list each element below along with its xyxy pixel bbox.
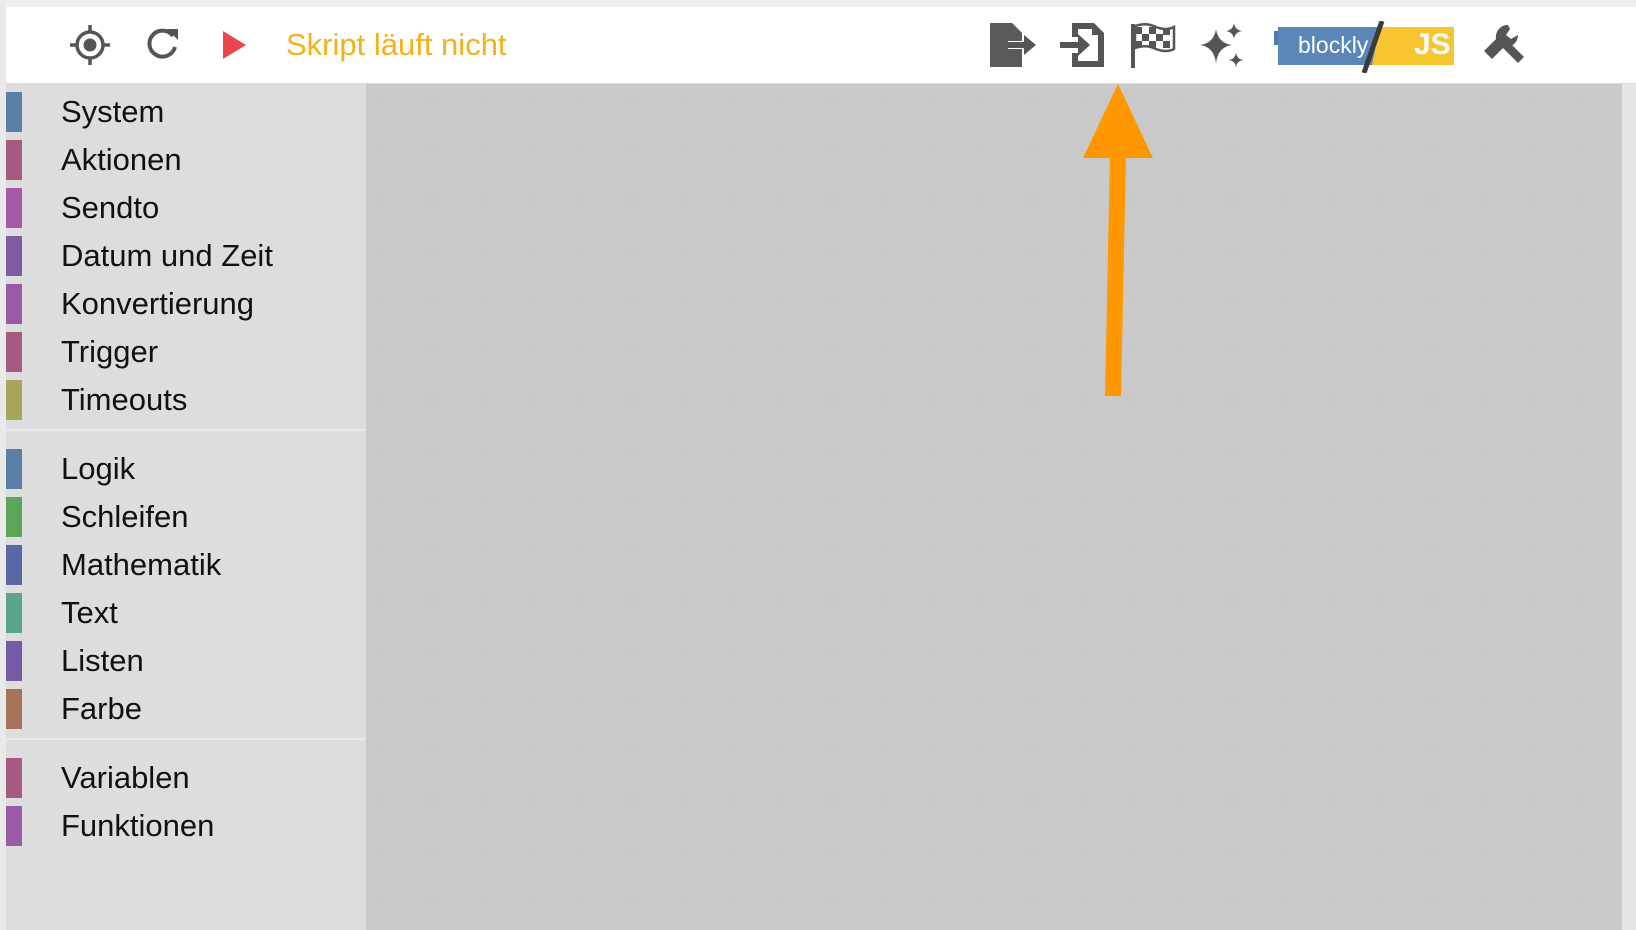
blockly-label: blockly bbox=[1298, 32, 1369, 58]
category-color-swatch bbox=[6, 497, 22, 537]
sidebar-category-funktionen[interactable]: Funktionen bbox=[6, 803, 366, 849]
sidebar-category-logik[interactable]: Logik bbox=[6, 446, 366, 492]
category-label: Mathematik bbox=[61, 547, 222, 582]
target-icon[interactable] bbox=[68, 23, 112, 67]
category-separator bbox=[6, 738, 366, 740]
category-color-swatch bbox=[6, 236, 22, 276]
category-label: Sendto bbox=[61, 190, 160, 225]
sidebar-category-system[interactable]: System bbox=[6, 89, 366, 135]
category-color-swatch bbox=[6, 545, 22, 585]
category-label: Funktionen bbox=[61, 808, 215, 843]
sidebar-category-listen[interactable]: Listen bbox=[6, 638, 366, 684]
toolbar: Skript läuft nicht blockly JS bbox=[6, 7, 1636, 84]
window-top-edge bbox=[0, 0, 1636, 7]
play-icon[interactable] bbox=[210, 23, 254, 67]
category-label: Datum und Zeit bbox=[61, 238, 273, 273]
category-label: Aktionen bbox=[61, 142, 182, 177]
category-label: Logik bbox=[61, 451, 136, 486]
workspace-grid bbox=[366, 84, 1622, 930]
import-icon[interactable] bbox=[1056, 19, 1108, 71]
script-status-text: Skript läuft nicht bbox=[286, 27, 507, 62]
sidebar-category-trigger[interactable]: Trigger bbox=[6, 329, 366, 375]
block-category-sidebar: System Aktionen Sendto Datum und Zeit Konver… bbox=[6, 84, 366, 930]
category-label: Variablen bbox=[61, 760, 190, 795]
category-label: Farbe bbox=[61, 691, 142, 726]
category-color-swatch bbox=[6, 140, 22, 180]
refresh-icon[interactable] bbox=[140, 23, 184, 67]
category-label: Text bbox=[61, 595, 118, 630]
annotation-arrow bbox=[1083, 84, 1153, 396]
sidebar-category-text[interactable]: Text bbox=[6, 590, 366, 636]
js-label: JS bbox=[1414, 28, 1451, 61]
category-color-swatch bbox=[6, 188, 22, 228]
category-label: Konvertierung bbox=[61, 286, 255, 321]
sidebar-category-variablen[interactable]: Variablen bbox=[6, 755, 366, 801]
sidebar-category-sendto[interactable]: Sendto bbox=[6, 185, 366, 231]
category-color-swatch bbox=[6, 284, 22, 324]
sidebar-category-mathematik[interactable]: Mathematik bbox=[6, 542, 366, 588]
category-label: Trigger bbox=[61, 334, 159, 369]
category-label: Listen bbox=[61, 643, 144, 678]
sidebar-category-konvertierung[interactable]: Konvertierung bbox=[6, 281, 366, 327]
checkered-flag-icon[interactable] bbox=[1126, 19, 1178, 71]
category-label: Timeouts bbox=[61, 382, 188, 417]
category-color-swatch bbox=[6, 758, 22, 798]
workspace-scrollbar[interactable] bbox=[1622, 84, 1636, 930]
sidebar-category-aktionen[interactable]: Aktionen bbox=[6, 137, 366, 183]
category-separator bbox=[6, 429, 366, 431]
category-color-swatch bbox=[6, 332, 22, 372]
wrench-icon[interactable] bbox=[1478, 19, 1530, 71]
category-color-swatch bbox=[6, 689, 22, 729]
sidebar-category-timeouts[interactable]: Timeouts bbox=[6, 377, 366, 423]
sidebar-category-farbe[interactable]: Farbe bbox=[6, 686, 366, 732]
category-color-swatch bbox=[6, 806, 22, 846]
category-label: System bbox=[61, 94, 165, 129]
sparkle-icon[interactable] bbox=[1196, 19, 1248, 71]
sidebar-category-schleifen[interactable]: Schleifen bbox=[6, 494, 366, 540]
blockly-js-toggle[interactable]: blockly JS bbox=[1268, 21, 1460, 73]
category-color-swatch bbox=[6, 641, 22, 681]
category-color-swatch bbox=[6, 593, 22, 633]
category-color-swatch bbox=[6, 380, 22, 420]
export-icon[interactable] bbox=[986, 19, 1038, 71]
category-label: Schleifen bbox=[61, 499, 189, 534]
category-color-swatch bbox=[6, 449, 22, 489]
sidebar-category-datum-und-zeit[interactable]: Datum und Zeit bbox=[6, 233, 366, 279]
category-color-swatch bbox=[6, 92, 22, 132]
